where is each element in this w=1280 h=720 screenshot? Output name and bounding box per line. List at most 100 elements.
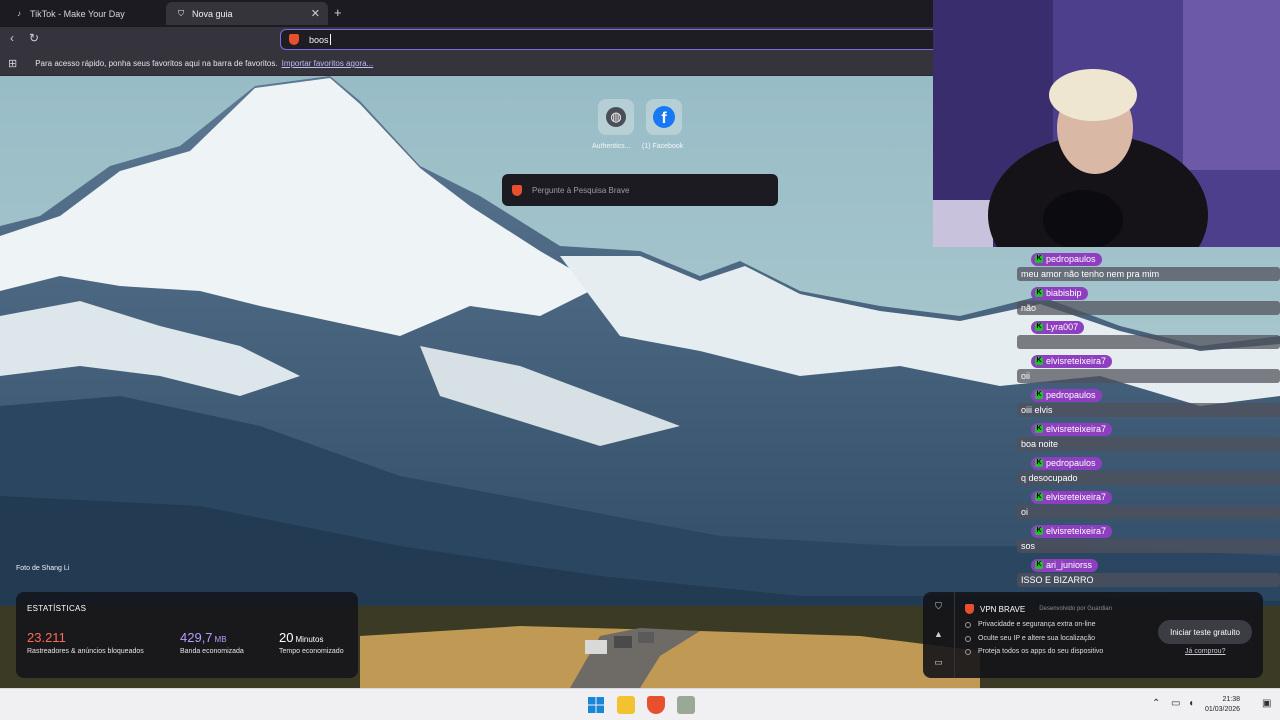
tab-tiktok[interactable]: ♪ TikTok - Make Your Day [4, 2, 164, 25]
media-icon[interactable]: ▭ [933, 657, 944, 668]
chat-username: Kelvisreteixeira7 [1031, 422, 1113, 436]
chat-username-text: elvisreteixeira7 [1046, 356, 1107, 366]
stats-title: ESTATÍSTICAS [27, 604, 87, 613]
chat-username-text: pedropaulos [1046, 390, 1096, 400]
brave-search-icon [289, 34, 299, 45]
chat-text: não [1017, 300, 1280, 315]
chat-username-text: biabisbip [1046, 288, 1082, 298]
top-site-facebook[interactable]: f [646, 99, 682, 135]
time-label: Tempo economizado [279, 648, 344, 655]
bandwidth-number: 429,7 [180, 630, 213, 645]
top-site-authentics[interactable]: ◍ [598, 99, 634, 135]
clock-time: 21:38 [1222, 696, 1241, 703]
kick-badge-icon: K [1035, 425, 1043, 433]
chat-message: Kpedropaulos q desocupado [1017, 451, 1280, 485]
chat-username-text: ari_juniorss [1046, 560, 1093, 570]
webcam-feed-image [933, 0, 1280, 247]
chat-username: Kpedropaulos [1031, 388, 1102, 402]
chat-message: Kelvisreteixeira7 oii [1017, 349, 1280, 383]
app-icon[interactable] [677, 696, 695, 714]
shield-icon[interactable]: ⛉ [933, 601, 944, 612]
new-tab-plus-icon[interactable]: + [334, 5, 342, 20]
kick-badge-icon: K [1035, 323, 1043, 331]
top-site-label: Authentics... [592, 143, 631, 150]
widget-switcher: ⛉ ▲ ▭ [923, 592, 955, 678]
chat-message: Kpedropaulos oiii elvis [1017, 383, 1280, 417]
tiktok-icon: ♪ [17, 9, 21, 18]
chat-text: oiii elvis [1017, 402, 1280, 417]
file-explorer-icon[interactable] [617, 696, 635, 714]
chat-text: q desocupado [1017, 470, 1280, 485]
kick-badge-icon: K [1035, 527, 1043, 535]
windows-taskbar: ⌃ ▭ ◖ 21:38 01/03/2026 ▣ [0, 688, 1280, 720]
vpn-feature: Proteja todos os apps do seu dispositivo [965, 648, 1103, 655]
chat-text: oi [1017, 504, 1280, 519]
back-arrow-icon[interactable]: ‹ [10, 31, 14, 45]
bullet-icon [965, 635, 971, 642]
chat-message: K Lyra007 [1017, 315, 1280, 349]
kick-badge-icon: K [1035, 459, 1043, 467]
close-tab-icon[interactable]: ✕ [311, 7, 320, 20]
chat-text: sos [1017, 538, 1280, 553]
photo-credit[interactable]: Foto de Shang Li [16, 565, 69, 572]
chat-username: Kpedropaulos [1031, 252, 1102, 266]
kick-badge-icon: K [1035, 289, 1043, 297]
facebook-icon: f [653, 106, 675, 128]
stat-bandwidth: 429,7 MB Banda economizada [180, 630, 244, 655]
chat-username: Kpedropaulos [1031, 456, 1102, 470]
alert-icon[interactable]: ▲ [933, 629, 944, 640]
time-number: 20 [279, 630, 294, 645]
vpn-title: VPN BRAVE [980, 604, 1026, 614]
chevron-up-icon[interactable]: ⌃ [1152, 698, 1160, 709]
address-bar-value[interactable]: boos [309, 35, 329, 45]
chat-text: oii [1017, 368, 1280, 383]
apps-grid-icon[interactable]: ⊞ [8, 57, 17, 70]
search-placeholder: Pergunte à Pesquisa Brave [532, 185, 630, 195]
trackers-count: 23.211 [27, 630, 66, 645]
bandwidth-unit: MB [214, 635, 227, 644]
bullet-icon [965, 648, 971, 655]
chat-text: ISSO E BIZARRO [1017, 572, 1280, 587]
chat-username: Kelvisreteixeira7 [1031, 490, 1113, 504]
time-value: 20 Minutos [279, 630, 344, 645]
system-clock[interactable]: 21:38 01/03/2026 [1205, 695, 1240, 715]
vpn-feature-text: Privacidade e segurança extra on-line [978, 621, 1096, 628]
network-icon[interactable]: ▭ [1171, 698, 1180, 709]
windows-start-icon[interactable] [587, 696, 605, 714]
import-bookmarks-link[interactable]: Importar favoritos agora... [282, 59, 374, 68]
vpn-feature: Privacidade e segurança extra on-line [965, 621, 1096, 628]
chat-username: Kelvisreteixeira7 [1031, 354, 1113, 368]
chat-text: meu amor não tenho nem pra mim [1017, 266, 1280, 281]
kick-badge-icon: K [1035, 561, 1043, 569]
volume-icon[interactable]: ◖ [1188, 698, 1194, 709]
top-site-label: (1) Facebook [642, 143, 684, 150]
bandwidth-value: 429,7 MB [180, 630, 244, 645]
address-bar[interactable]: boos [280, 29, 980, 50]
start-trial-button[interactable]: Iniciar teste gratuito [1158, 620, 1252, 644]
vpn-feature-text: Proteja todos os apps do seu dispositivo [978, 648, 1104, 655]
chat-text: boa noite [1017, 436, 1280, 451]
chat-message: Kpedropaulos meu amor não tenho nem pra m… [1017, 247, 1280, 281]
time-unit: Minutos [295, 635, 324, 644]
notification-icon[interactable]: ▣ [1262, 698, 1271, 709]
reload-icon[interactable]: ↻ [29, 31, 39, 45]
chat-username: Kelvisreteixeira7 [1031, 524, 1113, 538]
brave-browser-icon[interactable] [647, 696, 665, 714]
chat-message: Kelvisreteixeira7 oi [1017, 485, 1280, 519]
chat-username-text: elvisreteixeira7 [1046, 526, 1107, 536]
already-bought-link[interactable]: Já comprou? [1185, 648, 1225, 655]
tab-new-tab[interactable]: ⛉ Nova guia ✕ [166, 2, 328, 25]
stream-chat: Kpedropaulos meu amor não tenho nem pra m… [1017, 247, 1280, 587]
screen: ♪ TikTok - Make Your Day ⛉ Nova guia ✕ +… [0, 0, 1280, 720]
chat-username: Kari_juniorss [1031, 558, 1099, 572]
vpn-feature: Oculte seu IP e altere sua localização [965, 635, 1095, 642]
chat-username-text: Lyra007 [1046, 322, 1079, 332]
vpn-widget: ⛉ ▲ ▭ VPN BRAVE Desenvolvido por Guardia… [923, 592, 1263, 678]
brave-search-box[interactable]: Pergunte à Pesquisa Brave [502, 174, 778, 206]
trackers-label: Rastreadores & anúncios bloqueados [27, 648, 144, 655]
vpn-header: VPN BRAVE Desenvolvido por Guardian [965, 604, 1112, 614]
globe-icon: ◍ [606, 107, 626, 127]
brave-shield-icon: ⛉ [178, 8, 184, 18]
webcam-overlay [933, 0, 1280, 247]
text-caret [329, 34, 331, 45]
